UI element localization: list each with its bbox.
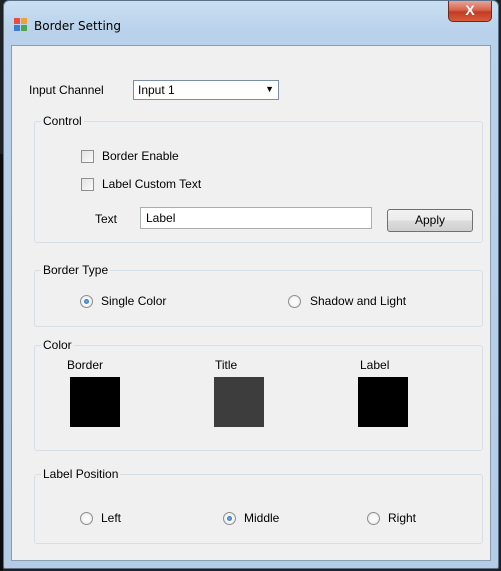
border-type-group-title: Border Type (41, 263, 111, 277)
middle-position-radio[interactable] (223, 512, 236, 525)
input-channel-select[interactable]: Input 1 ▼ (133, 80, 279, 100)
text-label: Text (95, 212, 118, 226)
app-icon (14, 18, 27, 31)
dialog-body: Input Channel Input 1 ▼ Control Border E… (11, 45, 491, 561)
border-type-group: Border Type Single Color Shadow and Ligh… (34, 263, 483, 327)
control-group-title: Control (41, 114, 84, 128)
input-channel-label: Input Channel (29, 83, 104, 97)
label-position-group: Label Position Left Middle Right (34, 467, 483, 544)
single-color-label: Single Color (101, 294, 167, 308)
color-group-title: Color (41, 338, 74, 352)
apply-button[interactable]: Apply (387, 209, 473, 232)
border-enable-checkbox[interactable] (81, 150, 94, 163)
shadow-and-light-radio[interactable] (288, 295, 301, 308)
label-position-group-title: Label Position (41, 467, 121, 481)
input-channel-value: Input 1 (138, 83, 175, 97)
border-color-swatch[interactable] (70, 377, 120, 427)
label-color-label: Label (360, 358, 390, 372)
middle-position-label: Middle (244, 511, 280, 525)
window-title: Border Setting (34, 19, 122, 33)
label-custom-text-checkbox[interactable] (81, 178, 94, 191)
left-position-label: Left (101, 511, 122, 525)
control-group: Control Border Enable Label Custom Text … (34, 114, 483, 243)
label-color-swatch[interactable] (358, 377, 408, 427)
title-color-swatch[interactable] (214, 377, 264, 427)
title-color-label: Title (215, 358, 238, 372)
shadow-and-light-label: Shadow and Light (310, 294, 407, 308)
right-position-radio[interactable] (367, 512, 380, 525)
right-position-label: Right (388, 511, 417, 525)
border-color-label: Border (67, 358, 104, 372)
close-icon: X (465, 2, 475, 18)
color-group: Color Border Title Label (34, 338, 483, 451)
border-setting-window: Border Setting X Input Channel Input 1 ▼… (3, 0, 499, 569)
custom-text-value: Label (146, 211, 176, 225)
chevron-down-icon: ▼ (265, 84, 274, 94)
title-bar[interactable]: Border Setting X (4, 1, 498, 41)
apply-button-label: Apply (414, 213, 446, 227)
custom-text-input[interactable]: Label (140, 207, 372, 229)
left-position-radio[interactable] (80, 512, 93, 525)
label-custom-text-label: Label Custom Text (102, 177, 202, 191)
single-color-radio[interactable] (80, 295, 93, 308)
border-enable-label: Border Enable (102, 149, 179, 163)
close-button[interactable]: X (448, 1, 492, 22)
